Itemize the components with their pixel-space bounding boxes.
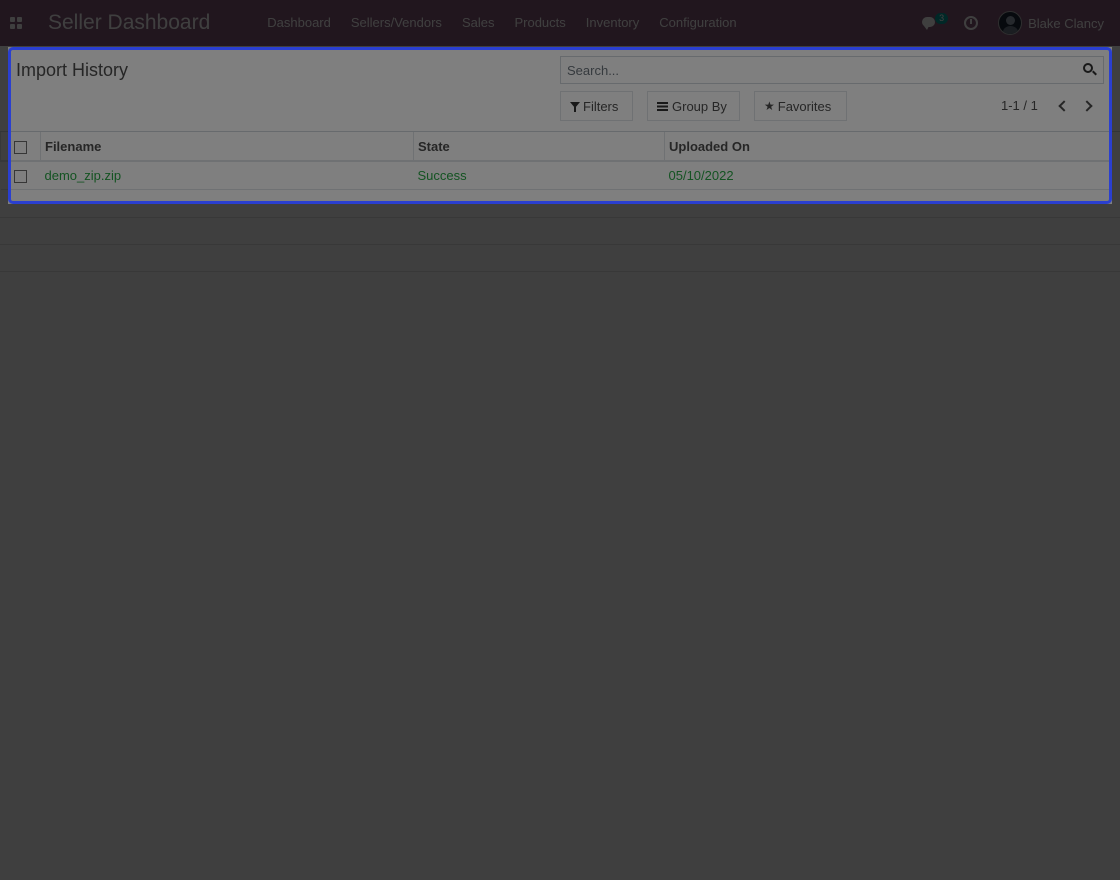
table-row[interactable]: demo_zip.zip Success 05/10/2022 — [0, 161, 1110, 190]
chat-icon — [922, 17, 936, 30]
apps-menu-button[interactable] — [0, 0, 32, 46]
pager-value[interactable]: 1-1 / 1 — [1001, 98, 1038, 113]
chevron-right-icon — [1081, 100, 1093, 112]
row-select-cell — [0, 161, 41, 190]
menu-item-inventory[interactable]: Inventory — [576, 0, 649, 46]
column-header-filename[interactable]: Filename — [40, 132, 414, 162]
filter-icon — [570, 102, 580, 112]
import-history-table: Filename State Uploaded On demo_zip.zip … — [0, 132, 1110, 190]
list-view: Filename State Uploaded On demo_zip.zip … — [0, 132, 1120, 190]
filters-button[interactable]: Filters — [560, 91, 633, 121]
menu-item-products[interactable]: Products — [504, 0, 575, 46]
select-all-cell — [0, 132, 41, 162]
empty-row — [0, 218, 1120, 245]
filters-label: Filters — [583, 98, 619, 114]
messaging-menu-button[interactable]: 3 — [922, 13, 950, 33]
menu-item-dashboard[interactable]: Dashboard — [257, 0, 341, 46]
search-icon[interactable] — [1083, 63, 1097, 77]
user-menu[interactable]: Blake Clancy — [998, 11, 1104, 35]
column-header-uploaded-on[interactable]: Uploaded On — [664, 132, 1110, 162]
avatar — [998, 11, 1023, 35]
main-navbar: Seller Dashboard Dashboard Sellers/Vendo… — [0, 0, 1120, 46]
search-box — [560, 56, 1104, 84]
clock-icon[interactable] — [964, 16, 979, 30]
search-input[interactable] — [561, 57, 1076, 83]
menu-item-configuration[interactable]: Configuration — [649, 0, 746, 46]
star-icon: ★ — [764, 99, 775, 113]
bars-icon — [657, 101, 668, 111]
empty-row — [0, 191, 1120, 218]
app-brand[interactable]: Seller Dashboard — [48, 11, 210, 35]
favorites-label: Favorites — [777, 98, 832, 114]
apps-grid-icon — [10, 17, 22, 29]
user-name: Blake Clancy — [1028, 15, 1104, 31]
menu-item-sellers-vendors[interactable]: Sellers/Vendors — [341, 0, 452, 46]
table-header-row: Filename State Uploaded On — [0, 132, 1110, 162]
menu-item-sales[interactable]: Sales — [452, 0, 505, 46]
page-title: Import History — [16, 60, 129, 80]
select-all-checkbox[interactable] — [14, 140, 27, 154]
chevron-left-icon — [1058, 100, 1070, 112]
row-checkbox[interactable] — [14, 169, 27, 183]
main-menu: Dashboard Sellers/Vendors Sales Products… — [257, 0, 746, 46]
control-panel: Import History Filters Group By ★ Favori… — [0, 46, 1120, 132]
group-by-label: Group By — [672, 98, 727, 114]
favorites-button[interactable]: ★ Favorites — [754, 91, 847, 121]
pager-next-button[interactable] — [1081, 99, 1096, 113]
cell-uploaded-on[interactable]: 05/10/2022 — [664, 161, 1110, 190]
cell-state[interactable]: Success — [413, 161, 665, 190]
group-by-button[interactable]: Group By — [647, 91, 740, 121]
column-header-state[interactable]: State — [413, 132, 665, 162]
cell-filename[interactable]: demo_zip.zip — [40, 161, 414, 190]
systray: 3 Blake Clancy — [922, 0, 1104, 46]
pager-previous-button[interactable] — [1055, 99, 1070, 113]
chat-count-badge: 3 — [935, 13, 949, 24]
empty-row — [0, 245, 1120, 272]
